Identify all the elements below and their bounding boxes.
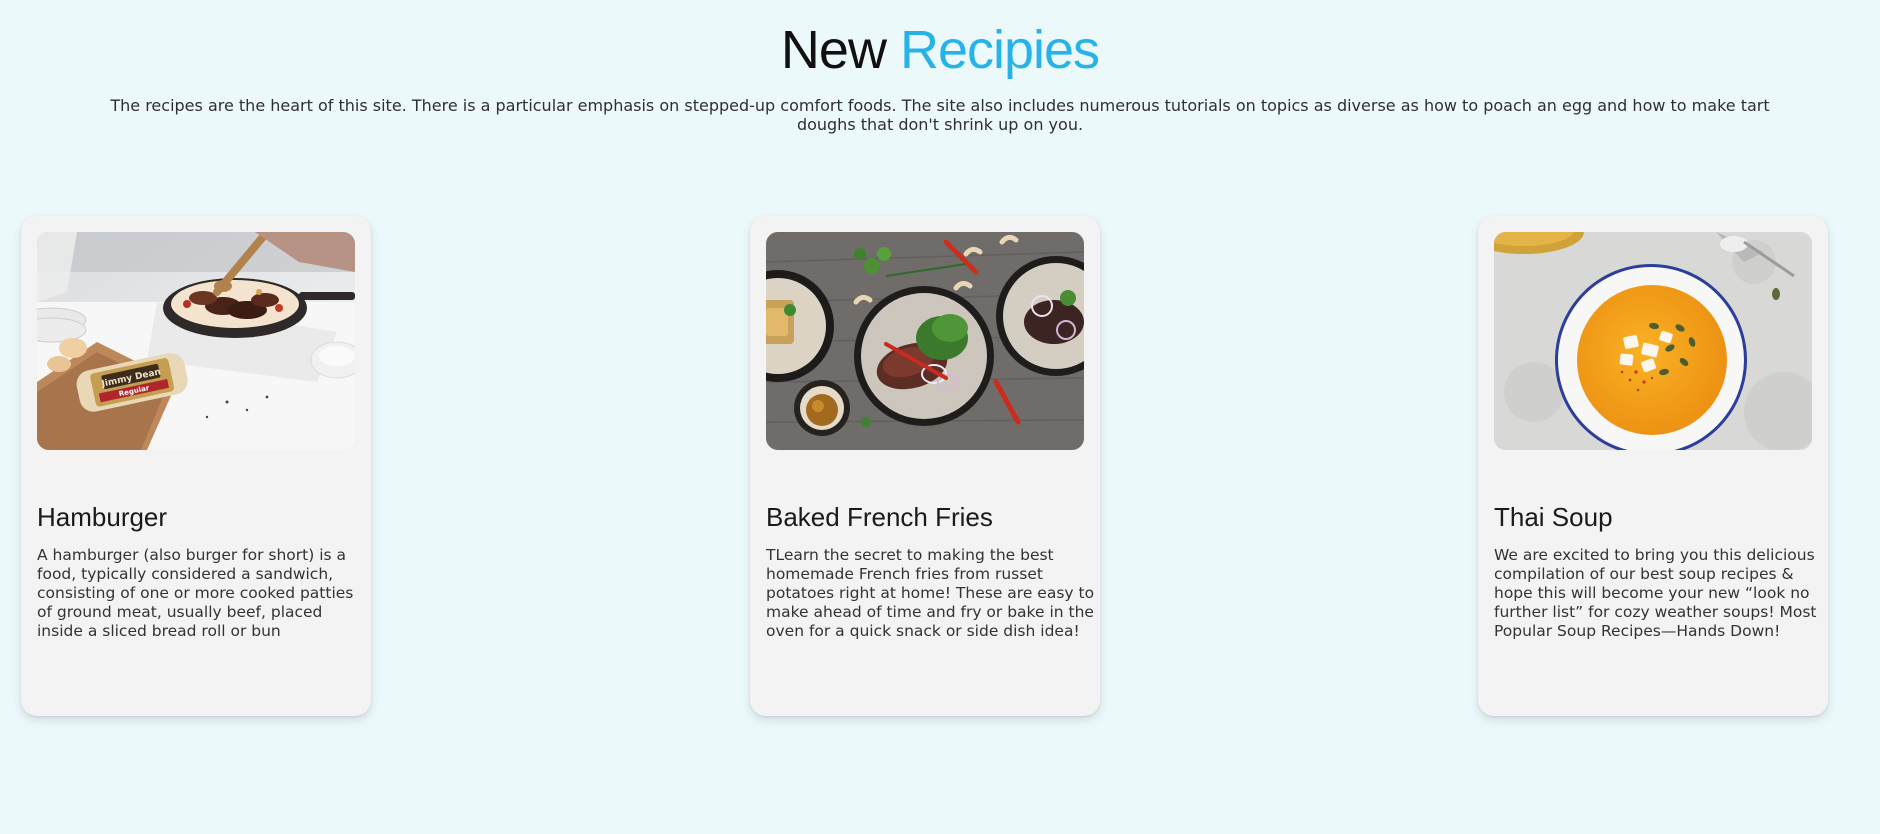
page-title: New Recipies: [0, 0, 1880, 82]
card-title[interactable]: Thai Soup: [1494, 502, 1613, 533]
intro-text: The recipes are the heart of this site. …: [110, 96, 1770, 134]
card-title[interactable]: Baked French Fries: [766, 502, 993, 533]
title-primary: New: [780, 20, 887, 80]
baked-french-fries-image[interactable]: [766, 232, 1084, 450]
card-description: We are excited to bring you this delicio…: [1494, 546, 1817, 640]
recipe-card-thai-soup[interactable]: Thai Soup We are excited to bring you th…: [1478, 216, 1828, 716]
section-header: New Recipies The recipes are the heart o…: [0, 0, 1880, 134]
card-description: TLearn the secret to making the best hom…: [766, 546, 1095, 640]
recipe-card-hamburger[interactable]: Jimmy Dean Regular Hamburger A hamburger…: [21, 216, 371, 716]
recipe-card-baked-french-fries[interactable]: Baked French Fries TLearn the secret to …: [750, 216, 1100, 716]
card-description: A hamburger (also burger for short) is a…: [37, 546, 354, 640]
baked-french-fries-photo: [766, 232, 1084, 450]
thai-soup-photo: [1494, 232, 1812, 450]
hamburger-photo: Jimmy Dean Regular: [37, 232, 355, 450]
card-title[interactable]: Hamburger: [37, 502, 167, 533]
thai-soup-image[interactable]: [1494, 232, 1812, 450]
hamburger-image[interactable]: Jimmy Dean Regular: [37, 232, 355, 450]
title-accent: Recipies: [899, 20, 1100, 80]
